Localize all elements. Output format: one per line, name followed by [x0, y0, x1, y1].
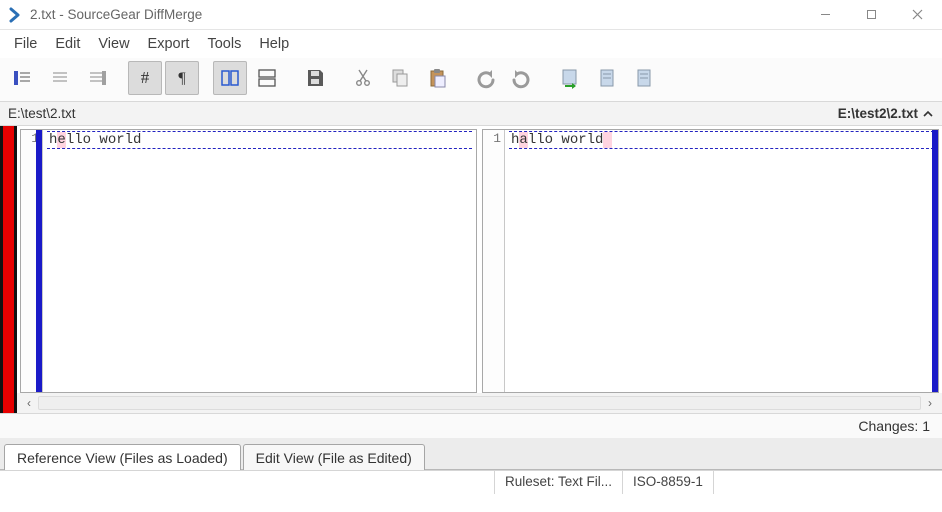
right-line-numbers: 1: [483, 130, 505, 392]
menubar: File Edit View Export Tools Help: [0, 30, 942, 58]
save-button[interactable]: [298, 61, 332, 95]
maximize-button[interactable]: [848, 0, 894, 29]
apply-right-button[interactable]: [553, 61, 587, 95]
doc-button-2[interactable]: [627, 61, 661, 95]
menu-tools[interactable]: Tools: [199, 34, 249, 54]
changes-count: Changes: 1: [858, 418, 930, 434]
menu-edit[interactable]: Edit: [47, 34, 88, 54]
align-center-button[interactable]: [43, 61, 77, 95]
changes-summary: Changes: 1: [0, 414, 942, 438]
paste-button[interactable]: [420, 61, 454, 95]
status-empty: [0, 471, 495, 494]
scroll-right-icon[interactable]: ›: [921, 396, 939, 410]
align-left-button[interactable]: [6, 61, 40, 95]
copy-button[interactable]: [383, 61, 417, 95]
char-diff-trail: [603, 132, 611, 148]
tab-edit-view[interactable]: Edit View (File as Edited): [243, 444, 425, 470]
window-title: 2.txt - SourceGear DiffMerge: [30, 7, 802, 22]
char-diff: e: [57, 132, 65, 148]
split-vertical-button[interactable]: [213, 61, 247, 95]
workspace: 1 hello world 1 hallo world ‹: [0, 126, 942, 414]
path-bar: E:\test\2.txt E:\test2\2.txt: [0, 102, 942, 126]
svg-text:¶: ¶: [178, 70, 186, 87]
line-number: 1: [486, 131, 501, 146]
menu-help[interactable]: Help: [251, 34, 297, 54]
diff-edge-marker: [36, 130, 42, 392]
scroll-track[interactable]: [38, 396, 921, 410]
close-button[interactable]: [894, 0, 940, 29]
chevron-up-icon[interactable]: [922, 108, 934, 120]
doc-button-1[interactable]: [590, 61, 624, 95]
diff-edge-marker: [932, 130, 938, 392]
right-text[interactable]: hallo world: [505, 130, 938, 392]
tab-reference-view[interactable]: Reference View (Files as Loaded): [4, 444, 241, 470]
menu-view[interactable]: View: [90, 34, 137, 54]
right-pane[interactable]: 1 hallo world: [482, 129, 939, 393]
toolbar: # ¶: [0, 58, 942, 102]
status-ruleset: Ruleset: Text Fil...: [495, 471, 623, 494]
align-right-button[interactable]: [80, 61, 114, 95]
left-pane[interactable]: 1 hello world: [20, 129, 477, 393]
scroll-left-icon[interactable]: ‹: [20, 396, 38, 410]
view-tabs: Reference View (Files as Loaded) Edit Vi…: [0, 438, 942, 470]
status-encoding: ISO-8859-1: [623, 471, 714, 494]
window-controls: [802, 0, 940, 29]
pilcrow-button[interactable]: ¶: [165, 61, 199, 95]
diff-line[interactable]: hallo world: [509, 131, 934, 149]
right-file-path: E:\test2\2.txt: [838, 106, 918, 121]
undo-button[interactable]: [468, 61, 502, 95]
diff-line[interactable]: hello world: [47, 131, 472, 149]
horizontal-scrollbar[interactable]: ‹ ›: [17, 393, 942, 413]
minimize-button[interactable]: [802, 0, 848, 29]
left-text[interactable]: hello world: [43, 130, 476, 392]
menu-export[interactable]: Export: [140, 34, 198, 54]
cut-button[interactable]: [346, 61, 380, 95]
menu-file[interactable]: File: [6, 34, 45, 54]
char-diff: a: [519, 132, 527, 148]
status-bar: Ruleset: Text Fil... ISO-8859-1: [0, 470, 942, 494]
left-file-path: E:\test\2.txt: [8, 106, 76, 121]
titlebar: 2.txt - SourceGear DiffMerge: [0, 0, 942, 30]
split-horizontal-button[interactable]: [250, 61, 284, 95]
svg-text:#: #: [141, 68, 150, 87]
hash-button[interactable]: #: [128, 61, 162, 95]
overview-gutter[interactable]: [0, 126, 17, 413]
redo-button[interactable]: [505, 61, 539, 95]
app-icon: [6, 7, 26, 23]
